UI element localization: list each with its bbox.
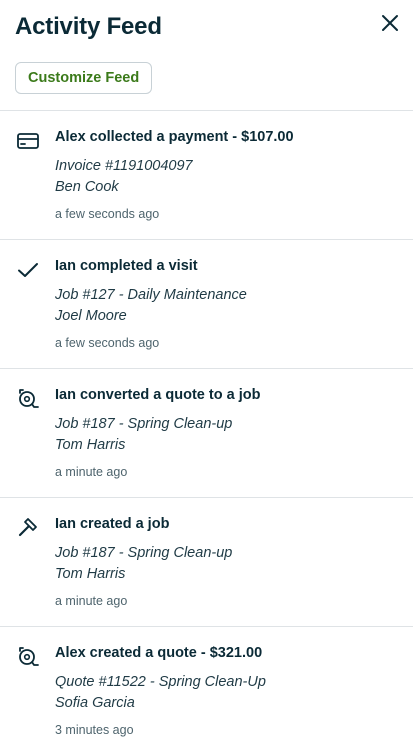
activity-headline: Ian created a job (55, 516, 170, 532)
activity-timestamp: a few seconds ago (55, 336, 160, 350)
activity-client: Ben Cook (55, 179, 119, 195)
activity-reference: Job #187 - Spring Clean-up (55, 545, 233, 561)
activity-reference: Quote #11522 - Spring Clean-Up (55, 674, 266, 690)
panel-header: Activity Feed (0, 0, 413, 56)
activity-timestamp: a few seconds ago (55, 207, 160, 221)
page-title: Activity Feed (15, 13, 162, 40)
activity-reference: Job #127 - Daily Maintenance (55, 287, 247, 303)
activity-headline: Alex collected a payment - $107.00 (55, 129, 294, 145)
customize-feed-button[interactable]: Customize Feed (15, 62, 153, 94)
activity-headline: Alex created a quote - $321.00 (55, 645, 263, 661)
activity-timestamp: a minute ago (55, 594, 128, 608)
activity-reference: Invoice #1191004097 (55, 158, 193, 174)
activity-client: Joel Moore (55, 308, 127, 324)
activity-feed-panel: Activity Feed Customize Feed Alex collec… (0, 0, 413, 753)
list-item[interactable]: Ian created a job Job #187 - Spring Clea… (0, 497, 413, 626)
activity-timestamp: 3 minutes ago (55, 723, 134, 737)
list-item[interactable]: Alex created a quote - $321.00 Quote #11… (0, 626, 413, 753)
activity-client: Sofia Garcia (55, 695, 135, 711)
list-item[interactable]: Ian converted a quote to a job Job #187 … (0, 368, 413, 497)
list-item[interactable]: Ian completed a visit Job #127 - Daily M… (0, 239, 413, 368)
activity-reference: Job #187 - Spring Clean-up (55, 416, 233, 432)
activity-headline: Ian converted a quote to a job (55, 387, 261, 403)
close-icon[interactable] (379, 12, 401, 34)
credit-card-icon (16, 129, 40, 153)
activity-list: Alex collected a payment - $107.00 Invoi… (0, 110, 413, 753)
list-item[interactable]: Alex collected a payment - $107.00 Invoi… (0, 110, 413, 239)
activity-client: Tom Harris (55, 566, 126, 582)
activity-timestamp: a minute ago (55, 465, 128, 479)
activity-client: Tom Harris (55, 437, 126, 453)
activity-headline: Ian completed a visit (55, 258, 198, 274)
quote-icon (16, 645, 40, 669)
hammer-icon (16, 516, 40, 540)
quote-icon (16, 387, 40, 411)
checkmark-icon (16, 258, 40, 282)
